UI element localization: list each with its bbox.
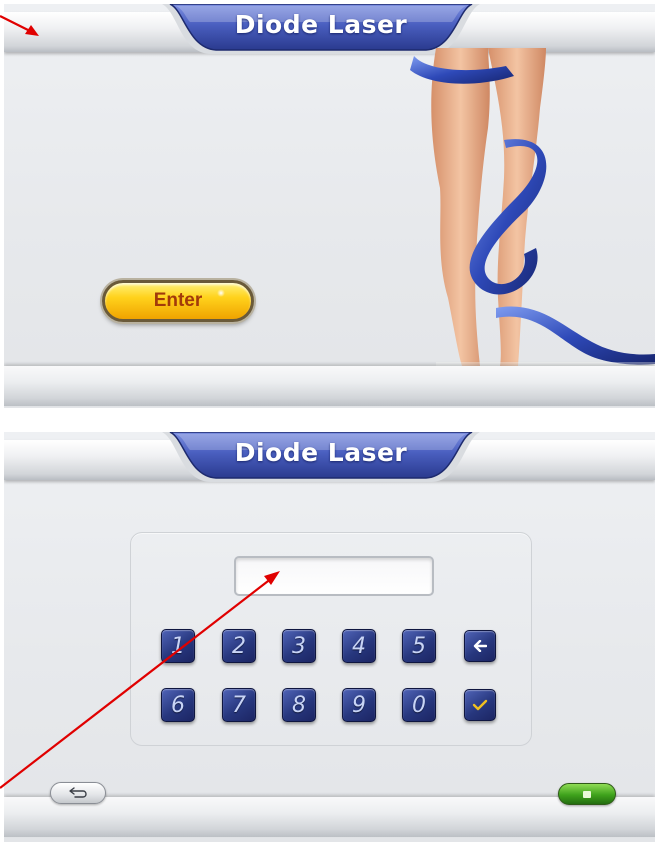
key-label: 2 [232,633,246,659]
key-7[interactable]: 7 [222,688,256,722]
key-label: 9 [352,692,366,718]
key-5[interactable]: 5 [402,629,436,663]
save-icon [583,790,591,798]
sparkle-icon [217,289,225,297]
key-label: 8 [292,692,306,718]
backspace-arrow-icon [473,640,487,652]
key-1[interactable]: 1 [161,629,195,663]
key-2[interactable]: 2 [222,629,256,663]
app-title: Diode Laser [234,438,408,467]
back-button[interactable] [50,782,106,804]
key-0[interactable]: 0 [402,688,436,722]
key-label: 6 [171,692,185,718]
key-label: 7 [232,692,246,718]
save-button[interactable] [558,783,616,805]
key-label: 4 [352,633,366,659]
enter-button[interactable]: Enter [102,280,254,322]
confirm-key[interactable] [464,689,496,721]
password-screen: Diode Laser 1 2 3 4 5 6 7 8 9 0 [4,432,655,842]
footer-bar [4,366,655,406]
key-8[interactable]: 8 [282,688,316,722]
key-label: 0 [412,692,426,718]
checkmark-icon [472,699,488,711]
legs-with-laser-ribbon-image [410,48,655,368]
backspace-key[interactable] [464,630,496,662]
welcome-screen: Diode Laser Enter [4,4,655,408]
key-label: 1 [171,633,185,659]
key-6[interactable]: 6 [161,688,195,722]
key-3[interactable]: 3 [282,629,316,663]
key-4[interactable]: 4 [342,629,376,663]
return-arrow-icon [69,787,87,798]
key-label: 3 [292,633,306,659]
password-input[interactable] [234,556,434,596]
app-title: Diode Laser [234,10,408,39]
title-tab: Diode Laser [162,432,480,484]
enter-button-label: Enter [153,290,203,311]
key-9[interactable]: 9 [342,688,376,722]
key-label: 5 [412,633,426,659]
footer-bar [4,797,655,837]
